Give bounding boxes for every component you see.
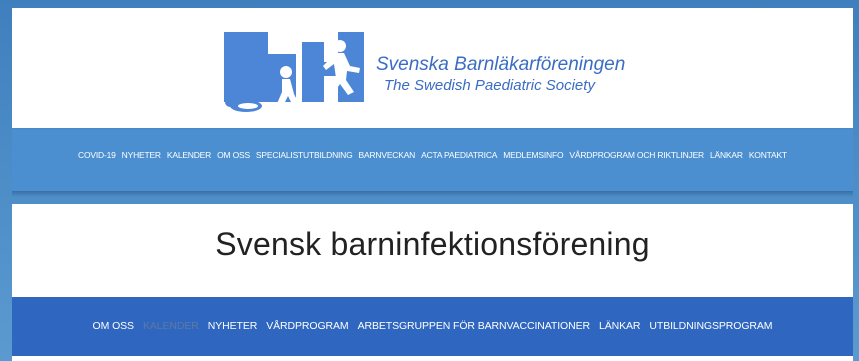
subnav-item-kalender[interactable]: KALENDER [143,319,199,333]
nav-item-medlemsinfo[interactable]: MEDLEMSINFO [503,149,563,161]
nav-item-acta-paediatrica[interactable]: ACTA PAEDIATRICA [421,149,497,161]
org-name[interactable]: Svenska Barnläkarföreningen The Swedish … [376,54,625,95]
content-area-top [12,356,853,361]
main-navigation: COVID-19 NYHETER KALENDER OM OSS SPECIAL… [12,129,853,191]
nav-item-lankar[interactable]: LÄNKAR [710,149,743,161]
section-header: Svensk barninfektionsförening [12,204,853,297]
nav-item-covid19[interactable]: COVID-19 [78,149,116,161]
nav-item-nyheter[interactable]: NYHETER [122,149,161,161]
site-header: Svenska Barnläkarföreningen The Swedish … [12,8,853,128]
nav-item-kalender[interactable]: KALENDER [167,149,211,161]
sub-navigation: OM OSS KALENDER NYHETER VÅRDPROGRAM ARBE… [12,297,853,356]
org-name-swedish[interactable]: Svenska Barnläkarföreningen [376,54,625,76]
nav-item-specialistutbildning[interactable]: SPECIALISTUTBILDNING [256,149,353,161]
children-running-logo-icon[interactable] [220,32,372,116]
org-name-english[interactable]: The Swedish Paediatric Society [384,76,625,95]
nav-item-barnveckan[interactable]: BARNVECKAN [359,149,416,161]
divider [12,191,853,197]
page-title: Svensk barninfektionsförening [215,226,650,262]
subnav-item-arbetsgruppen[interactable]: ARBETSGRUPPEN FÖR BARNVACCINATIONER [358,319,591,333]
nav-item-vardprogram-riktlinjer[interactable]: VÅRDPROGRAM OCH RIKTLINJER [569,149,704,161]
nav-item-kontakt[interactable]: KONTAKT [749,149,787,161]
subnav-item-vardprogram[interactable]: VÅRDPROGRAM [266,319,348,333]
subnav-item-utbildningsprogram[interactable]: UTBILDNINGSPROGRAM [649,319,772,333]
subnav-item-nyheter[interactable]: NYHETER [208,319,258,333]
subnav-item-om-oss[interactable]: OM OSS [93,319,135,333]
nav-item-om-oss[interactable]: OM OSS [217,149,250,161]
subnav-item-lankar[interactable]: LÄNKAR [599,319,641,333]
